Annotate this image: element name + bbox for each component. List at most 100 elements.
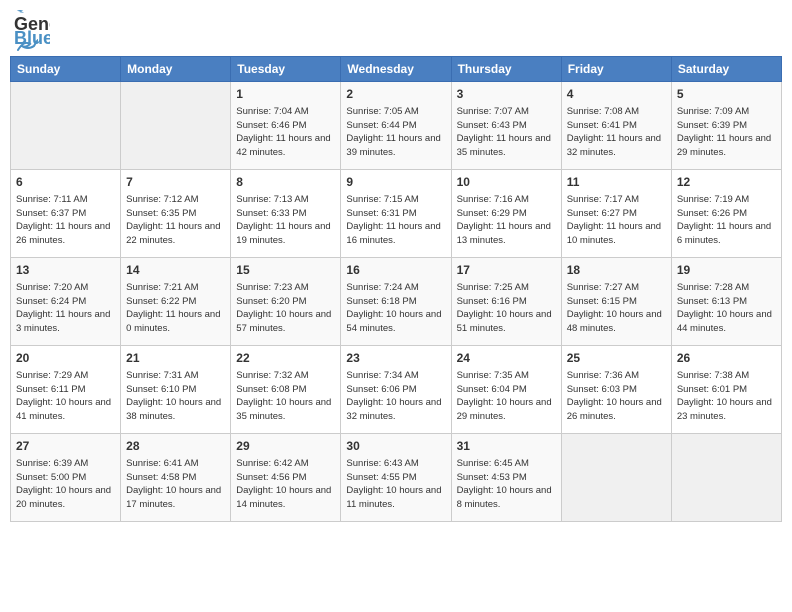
week-row-5: 27 Sunrise: 6:39 AM Sunset: 5:00 PM Dayli… <box>11 434 782 522</box>
calendar-cell: 7 Sunrise: 7:12 AM Sunset: 6:35 PM Daylig… <box>121 170 231 258</box>
day-number: 27 <box>16 438 115 455</box>
day-info: Sunrise: 6:45 AM Sunset: 4:53 PM Dayligh… <box>457 457 556 512</box>
calendar-cell: 3 Sunrise: 7:07 AM Sunset: 6:43 PM Daylig… <box>451 82 561 170</box>
calendar-cell: 19 Sunrise: 7:28 AM Sunset: 6:13 PM Dayli… <box>671 258 781 346</box>
day-info: Sunrise: 7:16 AM Sunset: 6:29 PM Dayligh… <box>457 193 556 248</box>
day-info: Sunrise: 7:38 AM Sunset: 6:01 PM Dayligh… <box>677 369 776 424</box>
calendar-cell: 14 Sunrise: 7:21 AM Sunset: 6:22 PM Dayli… <box>121 258 231 346</box>
calendar-cell: 13Sunrise: 7:20 AM Sunset: 6:24 PM Dayli… <box>11 258 121 346</box>
calendar-cell: 5 Sunrise: 7:09 AM Sunset: 6:39 PM Daylig… <box>671 82 781 170</box>
day-info: Sunrise: 7:36 AM Sunset: 6:03 PM Dayligh… <box>567 369 666 424</box>
calendar-cell: 26 Sunrise: 7:38 AM Sunset: 6:01 PM Dayli… <box>671 346 781 434</box>
calendar-cell: 20 Sunrise: 7:29 AM Sunset: 6:11 PM Dayli… <box>11 346 121 434</box>
calendar-cell: 24 Sunrise: 7:35 AM Sunset: 6:04 PM Dayli… <box>451 346 561 434</box>
calendar-cell: 29 Sunrise: 6:42 AM Sunset: 4:56 PM Dayli… <box>231 434 341 522</box>
day-info: Sunrise: 7:34 AM Sunset: 6:06 PM Dayligh… <box>346 369 445 424</box>
day-info: Sunrise: 7:20 AM Sunset: 6:24 PM Dayligh… <box>16 281 115 336</box>
week-row-3: 13Sunrise: 7:20 AM Sunset: 6:24 PM Dayli… <box>11 258 782 346</box>
logo: General Blue <box>14 10 50 50</box>
calendar-cell: 25 Sunrise: 7:36 AM Sunset: 6:03 PM Dayli… <box>561 346 671 434</box>
day-info: Sunrise: 7:09 AM Sunset: 6:39 PM Dayligh… <box>677 105 776 160</box>
day-number: 26 <box>677 350 776 367</box>
week-row-4: 20 Sunrise: 7:29 AM Sunset: 6:11 PM Dayli… <box>11 346 782 434</box>
calendar-cell <box>11 82 121 170</box>
calendar-cell: 30Sunrise: 6:43 AM Sunset: 4:55 PM Dayli… <box>341 434 451 522</box>
calendar-body: 1 Sunrise: 7:04 AM Sunset: 6:46 PM Daylig… <box>11 82 782 522</box>
calendar-cell: 8Sunrise: 7:13 AM Sunset: 6:33 PM Daylig… <box>231 170 341 258</box>
day-number: 20 <box>16 350 115 367</box>
calendar-cell: 12Sunrise: 7:19 AM Sunset: 6:26 PM Dayli… <box>671 170 781 258</box>
calendar-cell: 9 Sunrise: 7:15 AM Sunset: 6:31 PM Daylig… <box>341 170 451 258</box>
day-info: Sunrise: 7:35 AM Sunset: 6:04 PM Dayligh… <box>457 369 556 424</box>
calendar-cell: 6 Sunrise: 7:11 AM Sunset: 6:37 PM Daylig… <box>11 170 121 258</box>
calendar-cell: 18 Sunrise: 7:27 AM Sunset: 6:15 PM Dayli… <box>561 258 671 346</box>
day-info: Sunrise: 7:05 AM Sunset: 6:44 PM Dayligh… <box>346 105 445 160</box>
weekday-monday: Monday <box>121 57 231 82</box>
weekday-sunday: Sunday <box>11 57 121 82</box>
week-row-2: 6 Sunrise: 7:11 AM Sunset: 6:37 PM Daylig… <box>11 170 782 258</box>
day-number: 19 <box>677 262 776 279</box>
day-number: 2 <box>346 86 445 103</box>
day-number: 9 <box>346 174 445 191</box>
calendar-cell <box>561 434 671 522</box>
day-number: 7 <box>126 174 225 191</box>
logo-bird-icon <box>16 38 38 54</box>
day-info: Sunrise: 7:31 AM Sunset: 6:10 PM Dayligh… <box>126 369 225 424</box>
page-header: General Blue <box>10 10 782 50</box>
day-info: Sunrise: 7:32 AM Sunset: 6:08 PM Dayligh… <box>236 369 335 424</box>
calendar-table: SundayMondayTuesdayWednesdayThursdayFrid… <box>10 56 782 522</box>
calendar-cell: 2 Sunrise: 7:05 AM Sunset: 6:44 PM Daylig… <box>341 82 451 170</box>
day-number: 18 <box>567 262 666 279</box>
day-number: 14 <box>126 262 225 279</box>
weekday-wednesday: Wednesday <box>341 57 451 82</box>
calendar-cell: 11Sunrise: 7:17 AM Sunset: 6:27 PM Dayli… <box>561 170 671 258</box>
calendar-cell: 1 Sunrise: 7:04 AM Sunset: 6:46 PM Daylig… <box>231 82 341 170</box>
day-info: Sunrise: 7:28 AM Sunset: 6:13 PM Dayligh… <box>677 281 776 336</box>
calendar-cell: 10Sunrise: 7:16 AM Sunset: 6:29 PM Dayli… <box>451 170 561 258</box>
calendar-cell: 4 Sunrise: 7:08 AM Sunset: 6:41 PM Daylig… <box>561 82 671 170</box>
day-number: 31 <box>457 438 556 455</box>
day-number: 23 <box>346 350 445 367</box>
day-info: Sunrise: 7:08 AM Sunset: 6:41 PM Dayligh… <box>567 105 666 160</box>
day-number: 17 <box>457 262 556 279</box>
day-info: Sunrise: 6:42 AM Sunset: 4:56 PM Dayligh… <box>236 457 335 512</box>
calendar-cell: 23 Sunrise: 7:34 AM Sunset: 6:06 PM Dayli… <box>341 346 451 434</box>
day-number: 4 <box>567 86 666 103</box>
day-info: Sunrise: 7:11 AM Sunset: 6:37 PM Dayligh… <box>16 193 115 248</box>
day-info: Sunrise: 7:24 AM Sunset: 6:18 PM Dayligh… <box>346 281 445 336</box>
day-info: Sunrise: 7:13 AM Sunset: 6:33 PM Dayligh… <box>236 193 335 248</box>
weekday-tuesday: Tuesday <box>231 57 341 82</box>
day-number: 21 <box>126 350 225 367</box>
day-number: 25 <box>567 350 666 367</box>
calendar-cell: 15Sunrise: 7:23 AM Sunset: 6:20 PM Dayli… <box>231 258 341 346</box>
weekday-thursday: Thursday <box>451 57 561 82</box>
day-number: 22 <box>236 350 335 367</box>
day-number: 5 <box>677 86 776 103</box>
calendar-cell: 27 Sunrise: 6:39 AM Sunset: 5:00 PM Dayli… <box>11 434 121 522</box>
day-number: 1 <box>236 86 335 103</box>
day-number: 24 <box>457 350 556 367</box>
calendar-cell: 22 Sunrise: 7:32 AM Sunset: 6:08 PM Dayli… <box>231 346 341 434</box>
day-info: Sunrise: 7:21 AM Sunset: 6:22 PM Dayligh… <box>126 281 225 336</box>
day-info: Sunrise: 7:27 AM Sunset: 6:15 PM Dayligh… <box>567 281 666 336</box>
calendar-cell: 21 Sunrise: 7:31 AM Sunset: 6:10 PM Dayli… <box>121 346 231 434</box>
day-info: Sunrise: 6:41 AM Sunset: 4:58 PM Dayligh… <box>126 457 225 512</box>
day-info: Sunrise: 7:07 AM Sunset: 6:43 PM Dayligh… <box>457 105 556 160</box>
day-number: 3 <box>457 86 556 103</box>
day-info: Sunrise: 7:12 AM Sunset: 6:35 PM Dayligh… <box>126 193 225 248</box>
calendar-cell: 28Sunrise: 6:41 AM Sunset: 4:58 PM Dayli… <box>121 434 231 522</box>
day-info: Sunrise: 7:29 AM Sunset: 6:11 PM Dayligh… <box>16 369 115 424</box>
calendar-cell <box>671 434 781 522</box>
day-info: Sunrise: 7:23 AM Sunset: 6:20 PM Dayligh… <box>236 281 335 336</box>
day-number: 6 <box>16 174 115 191</box>
day-info: Sunrise: 7:25 AM Sunset: 6:16 PM Dayligh… <box>457 281 556 336</box>
weekday-header-row: SundayMondayTuesdayWednesdayThursdayFrid… <box>11 57 782 82</box>
day-info: Sunrise: 7:17 AM Sunset: 6:27 PM Dayligh… <box>567 193 666 248</box>
day-info: Sunrise: 7:04 AM Sunset: 6:46 PM Dayligh… <box>236 105 335 160</box>
weekday-friday: Friday <box>561 57 671 82</box>
day-number: 16 <box>346 262 445 279</box>
day-number: 29 <box>236 438 335 455</box>
day-info: Sunrise: 7:19 AM Sunset: 6:26 PM Dayligh… <box>677 193 776 248</box>
day-info: Sunrise: 6:39 AM Sunset: 5:00 PM Dayligh… <box>16 457 115 512</box>
day-info: Sunrise: 7:15 AM Sunset: 6:31 PM Dayligh… <box>346 193 445 248</box>
